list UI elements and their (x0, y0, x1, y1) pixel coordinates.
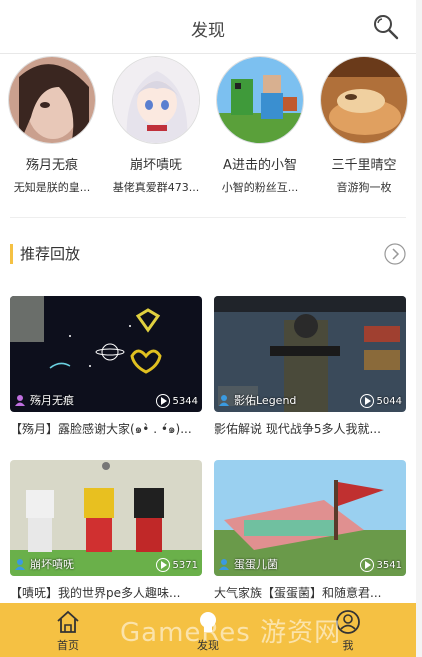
play-icon (155, 558, 170, 572)
video-thumbnail[interactable]: 殇月无痕 5344 (10, 296, 202, 412)
user-card[interactable]: 三千里晴空 音游狗一枚 (312, 56, 416, 206)
video-views: 3541 (359, 558, 402, 572)
watermark: GameRes 游资网 (120, 618, 342, 648)
video-views: 5044 (359, 394, 402, 408)
video-title[interactable]: 【嘖呒】我的世界pe多人趣味... (10, 584, 202, 601)
video-author: 殇月无痕 (14, 392, 74, 408)
user-icon (219, 559, 229, 570)
video-view-count: 5344 (172, 395, 198, 407)
video-view-count: 5044 (376, 395, 402, 407)
video-author-name: 崩坏嘖呒 (30, 558, 74, 571)
video-thumbnail[interactable]: 蛋蛋儿菌 3541 (214, 460, 406, 576)
page-title: 发现 (191, 21, 225, 41)
video-title[interactable]: 影佑解说 现代战争5多人我就... (214, 420, 406, 437)
home-icon (57, 610, 79, 633)
user-name: 殇月无痕 (25, 158, 78, 173)
user-desc: 基佬真爱群473... (112, 181, 200, 194)
user-desc: 无知是朕的皇... (13, 181, 91, 194)
chevron-right-icon[interactable] (384, 243, 406, 265)
edge-strip (416, 0, 422, 657)
video-view-count: 5371 (172, 559, 198, 571)
avatar[interactable] (216, 56, 304, 144)
video-author-name: 殇月无痕 (30, 394, 74, 407)
user-card[interactable]: 殇月无痕 无知是朕的皇... (0, 56, 104, 206)
user-name: 崩坏嘖呒 (129, 158, 182, 173)
user-icon (15, 395, 25, 406)
video-author-name: 影佑Legend (234, 394, 297, 407)
video-author: 影佑Legend (218, 392, 296, 408)
user-card[interactable]: A进击的小智 小智的粉丝互... (208, 56, 312, 206)
play-icon (359, 558, 374, 572)
discover-page: 发现 殇月无痕 无知是朕的皇... 崩坏嘖呒 基佬真爱群473... A进击的小… (0, 0, 416, 657)
tab-label: 首页 (57, 639, 79, 652)
avatar[interactable] (8, 56, 96, 144)
avatar[interactable] (112, 56, 200, 144)
video-thumbnail[interactable]: 崩坏嘖呒 5371 (10, 460, 202, 576)
recommended-users: 殇月无痕 无知是朕的皇... 崩坏嘖呒 基佬真爱群473... A进击的小智 小… (0, 56, 416, 206)
user-icon (219, 395, 229, 406)
section-accent-bar (10, 244, 13, 264)
user-name: 三千里晴空 (331, 158, 397, 173)
user-desc: 音游狗一枚 (336, 181, 392, 194)
video-title[interactable]: 【殇月】露脸感谢大家(๑•̀ . •́๑)... (10, 420, 202, 439)
user-icon (15, 559, 25, 570)
top-bar: 发现 (0, 0, 416, 54)
tab-home[interactable]: 首页 (28, 603, 108, 657)
video-thumbnail[interactable]: 影佑Legend 5044 (214, 296, 406, 412)
search-icon[interactable] (372, 13, 400, 41)
video-author: 崩坏嘖呒 (14, 556, 74, 572)
section-title: 推荐回放 (20, 245, 81, 263)
video-author: 蛋蛋儿菌 (218, 556, 278, 572)
video-title[interactable]: 大气家族【蛋蛋菌】和随意君... (214, 584, 406, 601)
user-name: A进击的小智 (223, 158, 297, 173)
video-views: 5344 (155, 394, 198, 408)
divider (10, 217, 406, 218)
video-view-count: 3541 (376, 559, 402, 571)
user-card[interactable]: 崩坏嘖呒 基佬真爱群473... (104, 56, 208, 206)
user-desc: 小智的粉丝互... (221, 181, 299, 194)
video-views: 5371 (155, 558, 198, 572)
section-header: 推荐回放 (10, 240, 406, 270)
play-icon (155, 394, 170, 408)
video-author-name: 蛋蛋儿菌 (234, 558, 278, 571)
play-icon (359, 394, 374, 408)
avatar[interactable] (320, 56, 408, 144)
